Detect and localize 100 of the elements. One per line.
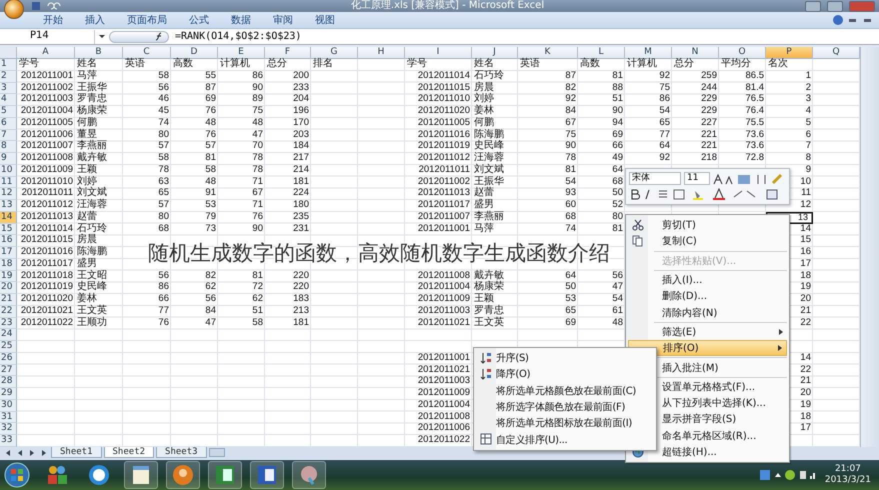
table-cell[interactable]: 74 — [123, 118, 171, 130]
table-cell[interactable]: 77 — [625, 130, 672, 142]
help-icon[interactable] — [833, 15, 843, 25]
row-header[interactable]: 28 — [0, 376, 17, 388]
table-cell[interactable]: 刘婷 — [472, 94, 518, 106]
column-header[interactable]: M — [625, 47, 672, 59]
table-cell[interactable]: 51 — [218, 306, 265, 318]
ribbon-tab[interactable]: 页面布局 — [116, 13, 178, 27]
menu-item[interactable]: 将所选单元格图标放在最前面(I) — [476, 415, 654, 432]
table-cell[interactable]: 213 — [265, 306, 311, 318]
table-cell[interactable]: 54 — [578, 294, 625, 306]
menu-item[interactable]: 复制(C) — [628, 233, 787, 250]
table-cell[interactable]: 244 — [672, 82, 719, 94]
name-box[interactable]: P14 — [0, 30, 95, 44]
table-cell[interactable]: 杨康荣 — [75, 106, 123, 118]
table-cell[interactable]: 排名 — [311, 59, 358, 71]
table-cell[interactable]: 2012011011 — [17, 188, 75, 200]
table-cell[interactable]: 76 — [123, 318, 171, 330]
table-cell[interactable]: 229 — [672, 106, 719, 118]
table-cell[interactable]: 181 — [265, 176, 311, 188]
table-cell[interactable]: 汪海蓉 — [75, 200, 123, 212]
taskbar-app-icon[interactable] — [124, 461, 158, 489]
table-cell[interactable]: 2012011005 — [405, 118, 472, 130]
table-cell[interactable]: 72.8 — [719, 153, 766, 165]
table-cell[interactable]: 67 — [518, 118, 578, 130]
table-cell[interactable]: 2012011014 — [17, 224, 75, 236]
table-cell[interactable]: 学号 — [405, 59, 472, 71]
table-cell[interactable]: 80 — [123, 130, 171, 142]
row-header[interactable]: 33 — [0, 435, 17, 447]
table-cell[interactable]: 杨康荣 — [472, 282, 518, 294]
table-cell[interactable]: 235 — [265, 212, 311, 224]
ribbon-tab[interactable]: 开始 — [32, 13, 74, 27]
table-cell[interactable]: 90 — [218, 224, 265, 236]
table-cell[interactable]: 2012011021 — [17, 306, 75, 318]
first-sheet-icon[interactable] — [6, 450, 10, 456]
table-cell[interactable]: 高数 — [578, 59, 625, 71]
table-cell[interactable]: 200 — [265, 70, 311, 82]
table-cell[interactable]: 英语 — [518, 59, 578, 71]
table-cell[interactable]: 总分 — [265, 59, 311, 71]
column-header[interactable]: G — [311, 47, 358, 59]
table-cell[interactable]: 92 — [625, 153, 672, 165]
table-cell[interactable]: 57 — [123, 141, 171, 153]
row-header[interactable]: 32 — [0, 423, 17, 435]
table-cell[interactable]: 89 — [218, 94, 265, 106]
table-cell[interactable]: 计算机 — [625, 59, 672, 71]
table-cell[interactable]: 2012011009 — [405, 388, 472, 400]
table-cell[interactable]: 姓名 — [472, 59, 518, 71]
table-cell[interactable]: 76 — [171, 106, 218, 118]
table-cell[interactable]: 86 — [123, 282, 171, 294]
table-cell[interactable]: 217 — [265, 153, 311, 165]
table-cell[interactable]: 2012011017 — [405, 200, 472, 212]
ribbon-tab[interactable]: 审阅 — [262, 13, 304, 27]
table-cell[interactable]: 2012011001 — [405, 224, 472, 236]
table-cell[interactable]: 4 — [766, 106, 813, 118]
row-header[interactable]: 13 — [0, 200, 17, 212]
table-cell[interactable]: 房晨 — [75, 235, 123, 247]
table-cell[interactable]: 64 — [518, 270, 578, 282]
row-header[interactable]: 27 — [0, 364, 17, 376]
column-header[interactable]: C — [123, 47, 171, 59]
table-cell[interactable]: 74 — [518, 224, 578, 236]
clock-time[interactable]: 21:07 — [834, 464, 861, 475]
menu-item[interactable]: 筛选(E) — [628, 324, 787, 340]
table-cell[interactable]: 罗青忠 — [75, 94, 123, 106]
table-cell[interactable]: 2012011001 — [405, 352, 472, 364]
table-cell[interactable]: 赵蕾 — [472, 188, 518, 200]
row-header[interactable]: 24 — [0, 329, 17, 341]
menu-item[interactable]: 降序(O) — [476, 366, 654, 383]
table-cell[interactable]: 73.6 — [719, 141, 766, 153]
row-header[interactable]: 8 — [0, 141, 17, 153]
row-header[interactable]: 12 — [0, 188, 17, 200]
table-cell[interactable]: 65 — [625, 118, 672, 130]
formula-field[interactable]: =RANK(O14,$O$2:$O$23) — [175, 31, 302, 42]
office-button[interactable] — [4, 0, 24, 19]
table-cell[interactable]: 48 — [218, 118, 265, 130]
table-cell[interactable]: 79 — [171, 212, 218, 224]
column-header[interactable]: A — [17, 47, 75, 59]
font-size-dropdown[interactable]: 11 — [684, 172, 710, 185]
table-cell[interactable]: 平均分 — [719, 59, 766, 71]
table-cell[interactable]: 73 — [171, 224, 218, 236]
column-header[interactable]: N — [672, 47, 719, 59]
table-cell[interactable]: 76 — [218, 212, 265, 224]
table-cell[interactable]: 76.4 — [719, 106, 766, 118]
table-cell[interactable]: 76 — [171, 130, 218, 142]
table-cell[interactable]: 90 — [518, 141, 578, 153]
table-cell[interactable]: 2012011014 — [405, 70, 472, 82]
table-cell[interactable]: 总分 — [672, 59, 719, 71]
table-cell[interactable]: 65 — [123, 188, 171, 200]
table-cell[interactable]: 2 — [766, 82, 813, 94]
table-cell[interactable]: 计算机 — [218, 59, 265, 71]
start-button[interactable] — [2, 461, 32, 489]
table-cell[interactable]: 233 — [265, 82, 311, 94]
table-cell[interactable]: 86 — [625, 94, 672, 106]
table-cell[interactable]: 48 — [171, 176, 218, 188]
table-cell[interactable]: 84 — [518, 106, 578, 118]
table-cell[interactable]: 高数 — [171, 59, 218, 71]
table-cell[interactable]: 87 — [171, 82, 218, 94]
table-cell[interactable]: 王文英 — [472, 318, 518, 330]
table-cell[interactable]: 221 — [672, 141, 719, 153]
minimize-icon[interactable] — [849, 18, 856, 22]
table-cell[interactable]: 2012011002 — [17, 82, 75, 94]
